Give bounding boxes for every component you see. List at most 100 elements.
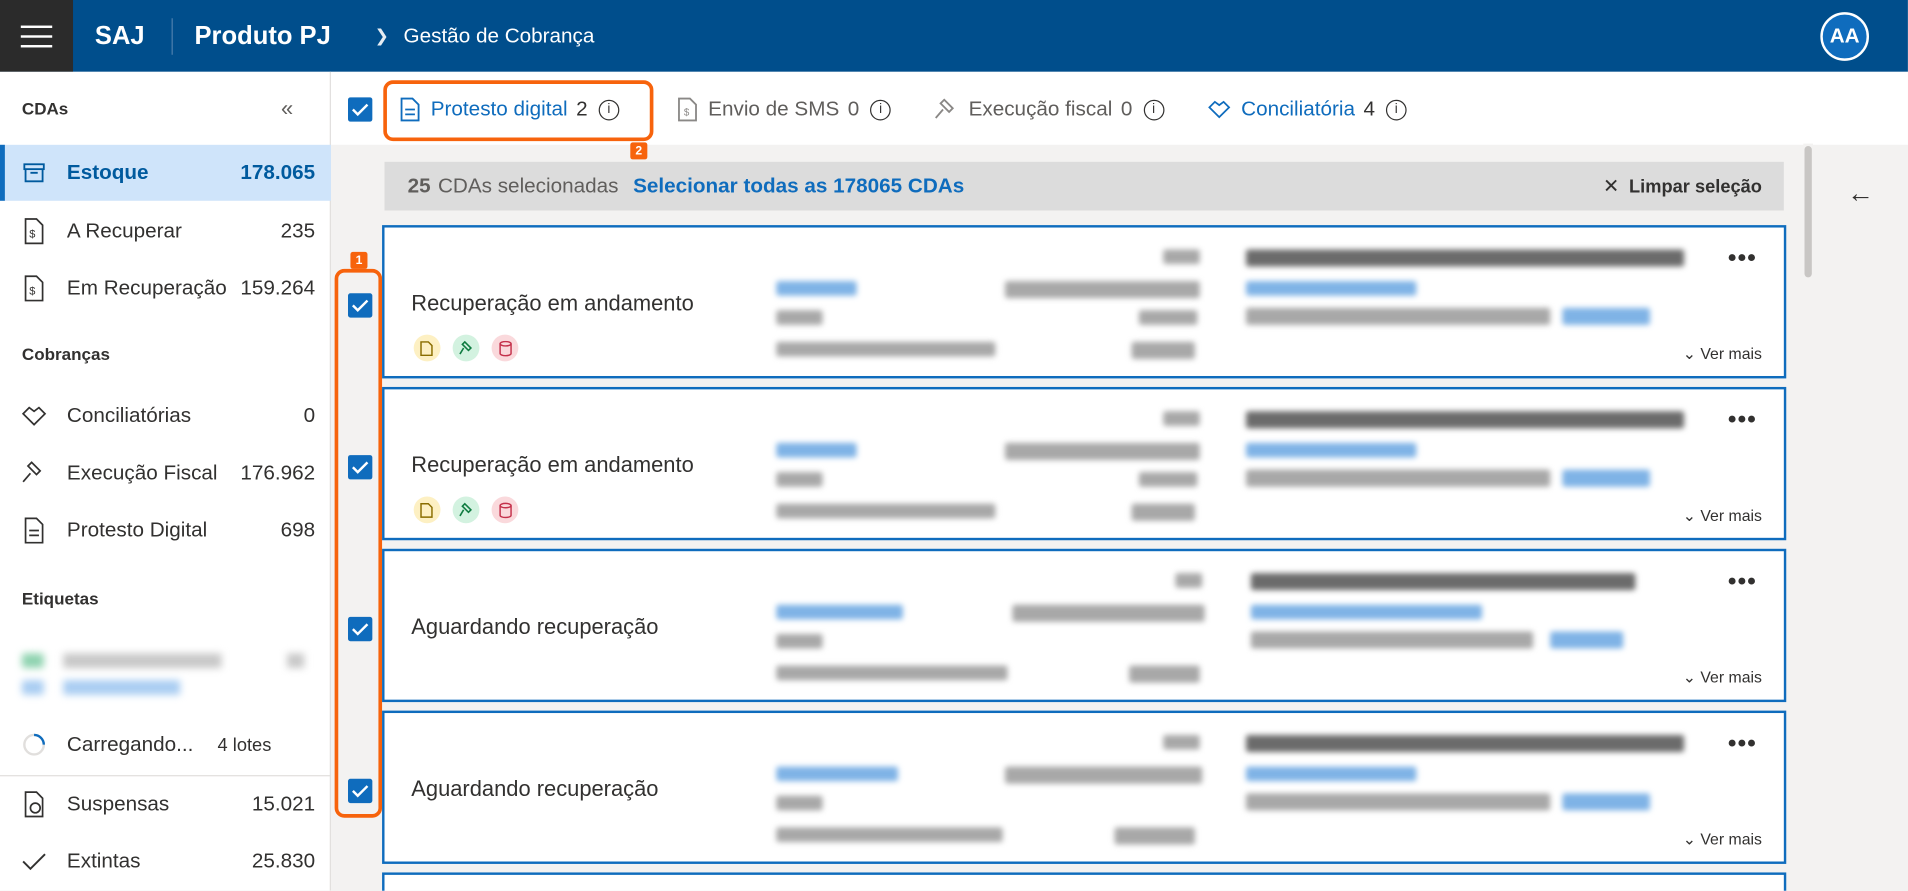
product-name[interactable]: Produto PJ xyxy=(195,21,331,50)
ver-mais-button[interactable]: ⌄ Ver mais xyxy=(1683,668,1762,687)
cda-card[interactable]: Aguardando recuperação ••• ⌄ Ver mais xyxy=(382,548,1787,703)
more-options-button[interactable]: ••• xyxy=(1728,245,1757,273)
check-icon xyxy=(352,784,369,797)
section-title-etiquetas: Etiquetas xyxy=(21,588,99,609)
brand-logo[interactable]: SAJ xyxy=(95,21,145,50)
document-money-icon: $ xyxy=(21,218,48,245)
sidebar-item-count: 176.962 xyxy=(240,461,316,485)
more-options-button[interactable]: ••• xyxy=(1728,568,1757,596)
blurred-field xyxy=(1246,411,1685,429)
row-checkbox[interactable] xyxy=(348,616,373,642)
gavel-status-icon xyxy=(452,496,480,524)
database-status-icon xyxy=(491,496,519,524)
sidebar-item-execucao-fiscal[interactable]: Execução Fiscal 176.962 xyxy=(0,445,331,501)
document-sms-icon: $ xyxy=(677,97,699,122)
document-protest-icon xyxy=(21,517,48,544)
tab-label: Execução fiscal xyxy=(968,97,1113,121)
blurred-field xyxy=(776,665,1008,681)
breadcrumb[interactable]: Gestão de Cobrança xyxy=(404,24,595,48)
card-status: Recuperação em andamento xyxy=(411,290,694,316)
protest-status-icon xyxy=(413,496,441,524)
sidebar-item-em-recuperacao[interactable]: $ Em Recuperação 159.264 xyxy=(0,260,331,316)
sidebar-item-loading: Carregando... 4 lotes xyxy=(0,717,331,773)
ver-mais-button[interactable]: ⌄ Ver mais xyxy=(1683,830,1762,849)
blurred-field xyxy=(1250,604,1483,620)
sidebar: CDAs « Estoque 178.065 $ A Recuperar 235… xyxy=(0,71,331,891)
blurred-field xyxy=(1129,665,1200,683)
etiqueta-item-blurred[interactable] xyxy=(17,646,309,704)
scrollbar-thumb[interactable] xyxy=(1804,146,1812,278)
blurred-field xyxy=(1012,604,1205,622)
ver-mais-button[interactable]: ⌄ Ver mais xyxy=(1683,506,1762,525)
back-arrow-icon[interactable]: ← xyxy=(1847,178,1874,210)
info-icon[interactable]: i xyxy=(1385,99,1407,120)
sidebar-item-suspensas[interactable]: Suspensas 15.021 xyxy=(0,776,331,832)
row-checkbox[interactable] xyxy=(348,778,373,804)
sidebar-item-count: 178.065 xyxy=(240,160,316,184)
blurred-field xyxy=(1175,573,1203,588)
svg-text:$: $ xyxy=(29,285,35,297)
card-status: Aguardando recuperação xyxy=(411,776,659,801)
spinner-icon xyxy=(21,731,48,758)
sidebar-item-conciliatorias[interactable]: Conciliatórias 0 xyxy=(0,388,331,444)
avatar[interactable]: AA xyxy=(1820,12,1870,61)
sidebar-item-count: 25.830 xyxy=(251,849,316,873)
tab-envio-sms[interactable]: $ Envio de SMS 0 i xyxy=(677,91,891,128)
sidebar-item-extintas[interactable]: Extintas 25.830 xyxy=(0,834,331,890)
blurred-field xyxy=(1246,442,1417,458)
loading-label: Carregando... xyxy=(66,732,194,756)
scrollbar[interactable] xyxy=(1803,143,1814,891)
gavel-icon xyxy=(935,97,959,121)
blurred-field xyxy=(1250,573,1636,591)
blurred-field xyxy=(1246,281,1417,296)
cda-card[interactable]: Recuperação em andamento ••• ⌄ Ver mais xyxy=(382,386,1787,541)
tab-execucao-fiscal[interactable]: Execução fiscal 0 i xyxy=(935,91,1164,128)
blurred-field xyxy=(1163,411,1200,426)
chevron-double-down-icon: ⌄ xyxy=(1682,668,1696,687)
sidebar-item-count: 0 xyxy=(303,403,316,428)
close-icon: ✕ xyxy=(1602,176,1620,198)
gavel-icon xyxy=(21,460,48,487)
row-checkbox[interactable] xyxy=(348,293,373,318)
blurred-field xyxy=(1562,307,1650,325)
handshake-icon xyxy=(21,403,48,430)
blurred-field xyxy=(776,281,857,296)
cda-card[interactable]: Aguardando recuperação ••• ⌄ Ver mais xyxy=(382,710,1787,864)
info-icon[interactable]: i xyxy=(870,99,891,120)
more-options-button[interactable]: ••• xyxy=(1728,406,1757,434)
header-divider xyxy=(171,17,173,55)
sidebar-item-a-recuperar[interactable]: $ A Recuperar 235 xyxy=(0,203,331,259)
select-all-checkbox[interactable] xyxy=(348,97,373,122)
ver-mais-button[interactable]: ⌄ Ver mais xyxy=(1683,344,1762,363)
blurred-field xyxy=(1246,734,1685,752)
blurred-field xyxy=(1246,793,1551,811)
sidebar-item-protesto-digital[interactable]: Protesto Digital 698 xyxy=(0,503,331,559)
select-all-link[interactable]: Selecionar todas as 178065 CDAs xyxy=(633,174,964,198)
blurred-field xyxy=(1114,827,1195,845)
document-sync-icon: $ xyxy=(21,275,48,302)
tab-label: Conciliatória xyxy=(1241,97,1355,121)
clear-selection-label: Limpar seleção xyxy=(1629,175,1762,197)
chevron-double-down-icon: ⌄ xyxy=(1682,506,1696,525)
check-icon xyxy=(352,299,369,312)
menu-button[interactable] xyxy=(0,0,74,72)
tab-label: Envio de SMS xyxy=(708,97,840,121)
info-icon[interactable]: i xyxy=(1143,99,1164,120)
blurred-field xyxy=(1131,341,1195,359)
more-options-button[interactable]: ••• xyxy=(1728,730,1757,758)
collapse-sidebar-button[interactable]: « xyxy=(281,96,293,122)
sidebar-item-count: 235 xyxy=(280,219,316,243)
sidebar-item-label: Em Recuperação xyxy=(66,276,227,300)
cda-card[interactable]: Recuperação em andamento ••• ⌄ Ver mais xyxy=(382,225,1787,379)
sidebar-item-estoque[interactable]: Estoque 178.065 xyxy=(0,144,331,201)
blurred-field xyxy=(1163,734,1200,750)
cda-card[interactable] xyxy=(382,872,1787,891)
tab-conciliatoria[interactable]: Conciliatória 4 i xyxy=(1207,91,1407,128)
clear-selection-button[interactable]: ✕ Limpar seleção xyxy=(1603,174,1762,198)
blurred-field xyxy=(1562,469,1650,487)
blurred-field xyxy=(1246,469,1551,487)
row-checkbox[interactable] xyxy=(348,455,373,480)
protest-status-icon xyxy=(413,334,441,362)
blurred-field xyxy=(776,472,823,487)
tab-count: 4 xyxy=(1363,97,1376,121)
